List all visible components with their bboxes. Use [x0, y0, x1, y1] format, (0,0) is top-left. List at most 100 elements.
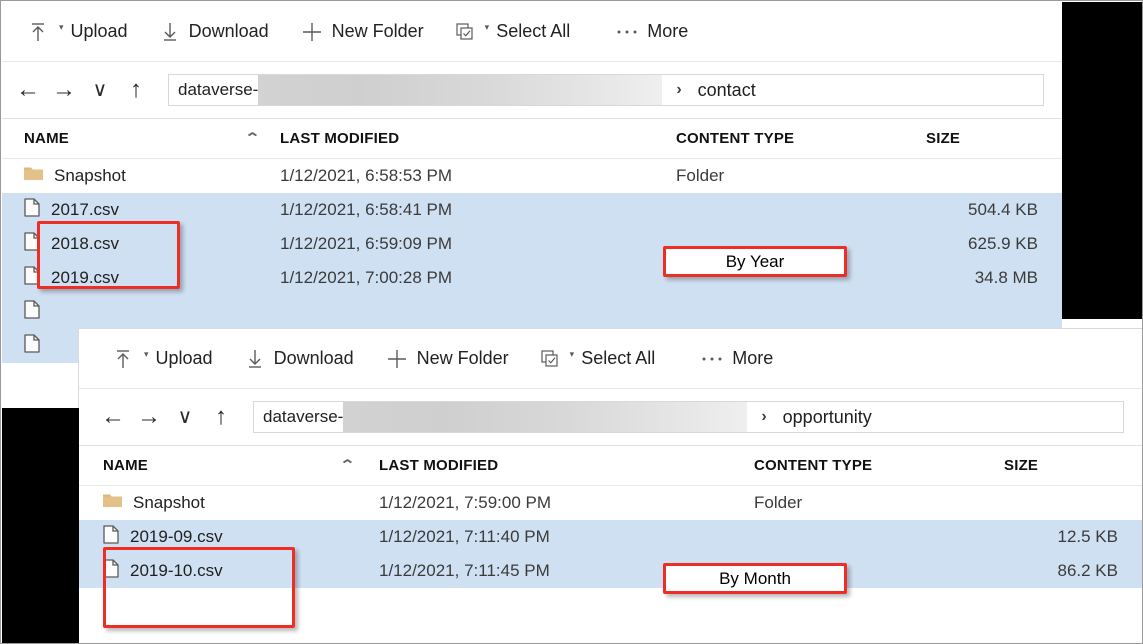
upload-icon — [113, 348, 133, 370]
recent-locations-button[interactable]: ∨ — [167, 397, 203, 437]
navigation-bar: ← → ∨ ↑ dataverse- › contact — [2, 62, 1062, 118]
callout-by-year-label: By Year — [725, 251, 785, 271]
table-header-row: NAME ⌃ LAST MODIFIED CONTENT TYPE SIZE — [2, 118, 1062, 159]
column-header-size[interactable]: SIZE — [1004, 446, 1142, 486]
file-icon — [24, 299, 40, 324]
breadcrumb-redaction — [343, 402, 748, 432]
file-name: Snapshot — [54, 165, 126, 185]
redaction-block-left — [2, 408, 79, 643]
forward-button[interactable]: → — [46, 70, 82, 110]
breadcrumb-root[interactable]: dataverse- — [254, 407, 344, 427]
new-folder-icon — [386, 348, 408, 370]
callout-by-month-label: By Month — [719, 568, 791, 588]
table-row[interactable]: 2019-09.csv 1/12/2021, 7:11:40 PM 12.5 K… — [79, 519, 1142, 554]
back-button[interactable]: ← — [95, 397, 131, 437]
file-list-table: NAME ⌃ LAST MODIFIED CONTENT TYPE SIZE S… — [2, 118, 1062, 363]
file-name: 2019.csv — [51, 267, 120, 287]
new-folder-label: New Folder — [416, 348, 509, 368]
upload-button[interactable]: ▾ Upload — [12, 2, 144, 61]
select-all-button[interactable]: ▾ Select All — [525, 329, 672, 388]
select-all-label: Select All — [581, 348, 656, 368]
chevron-down-icon: ▾ — [569, 349, 575, 359]
file-type: Folder — [754, 492, 803, 512]
folder-icon — [103, 492, 122, 513]
sort-ascending-icon: ⌃ — [244, 130, 261, 145]
table-row[interactable]: 2018.csv 1/12/2021, 6:59:09 PM 625.9 KB — [2, 226, 1062, 261]
more-label: More — [647, 21, 689, 41]
file-icon — [103, 524, 119, 549]
file-modified: 1/12/2021, 6:58:41 PM — [280, 199, 453, 219]
column-header-name[interactable]: NAME ⌃ — [79, 446, 379, 486]
breadcrumb-root[interactable]: dataverse- — [169, 80, 259, 100]
column-header-last-modified[interactable]: LAST MODIFIED — [280, 119, 676, 159]
file-icon — [24, 231, 40, 256]
file-size — [1004, 486, 1142, 520]
column-header-name-label: NAME — [24, 130, 69, 147]
upload-icon — [28, 21, 48, 43]
new-folder-button[interactable]: New Folder — [370, 329, 525, 388]
upload-button[interactable]: ▾ Upload — [97, 329, 229, 388]
file-size: 504.4 KB — [968, 199, 1038, 219]
column-header-name-label: NAME — [103, 457, 148, 474]
navigation-bar: ← → ∨ ↑ dataverse- › opportunity — [79, 389, 1142, 445]
download-button[interactable]: Download — [229, 329, 370, 388]
file-modified: 1/12/2021, 6:58:53 PM — [280, 165, 453, 185]
select-all-icon — [541, 349, 559, 368]
callout-by-year: By Year — [663, 246, 847, 277]
file-size — [926, 295, 1062, 329]
up-button[interactable]: ↑ — [203, 397, 239, 437]
table-row[interactable]: 2019-10.csv 1/12/2021, 7:11:45 PM 86.2 K… — [79, 553, 1142, 588]
file-type — [676, 295, 926, 329]
column-header-content-type[interactable]: CONTENT TYPE — [676, 119, 926, 159]
more-button[interactable]: More — [600, 2, 704, 61]
table-row[interactable]: Snapshot 1/12/2021, 7:59:00 PM Folder — [79, 486, 1142, 520]
download-icon — [245, 348, 265, 370]
file-size: 12.5 KB — [1057, 526, 1119, 546]
file-modified: 1/12/2021, 7:59:00 PM — [379, 492, 552, 512]
file-type — [754, 520, 1004, 554]
breadcrumb-separator: › — [676, 81, 682, 98]
file-icon — [24, 333, 40, 358]
file-list-table: NAME ⌃ LAST MODIFIED CONTENT TYPE SIZE S… — [79, 445, 1142, 588]
breadcrumb-redaction — [258, 75, 663, 105]
upload-label: Upload — [155, 348, 213, 368]
file-name: Snapshot — [133, 492, 205, 512]
file-size — [926, 159, 1062, 193]
breadcrumb[interactable]: dataverse- › opportunity — [253, 401, 1124, 433]
folder-icon — [24, 165, 43, 186]
table-row[interactable]: Snapshot 1/12/2021, 6:58:53 PM Folder — [2, 159, 1062, 193]
file-modified: 1/12/2021, 7:11:40 PM — [379, 526, 550, 546]
column-header-size[interactable]: SIZE — [926, 119, 1062, 159]
chevron-down-icon: ▾ — [144, 349, 149, 359]
column-header-last-modified[interactable]: LAST MODIFIED — [379, 446, 754, 486]
file-name: 2017.csv — [51, 199, 120, 219]
select-all-button[interactable]: ▾ Select All — [440, 2, 587, 61]
breadcrumb[interactable]: dataverse- › contact — [168, 74, 1044, 106]
table-row[interactable] — [2, 294, 1062, 329]
column-header-name[interactable]: NAME ⌃ — [2, 119, 280, 159]
breadcrumb-separator: › — [761, 408, 767, 425]
select-all-icon — [456, 22, 474, 41]
screenshot-root: ▾ Upload Download New Folder ▾ Select Al… — [0, 0, 1143, 644]
column-header-content-type[interactable]: CONTENT TYPE — [754, 446, 1004, 486]
forward-button[interactable]: → — [131, 397, 167, 437]
download-label: Download — [188, 21, 269, 41]
table-row[interactable]: 2019.csv 1/12/2021, 7:00:28 PM 34.8 MB — [2, 260, 1062, 295]
upload-label: Upload — [70, 21, 128, 41]
file-size: 86.2 KB — [1057, 560, 1119, 580]
more-icon — [616, 28, 638, 36]
command-bar: ▾ Upload Download New Folder ▾ Select Al… — [2, 2, 1062, 62]
more-label: More — [732, 348, 774, 368]
new-folder-button[interactable]: New Folder — [285, 2, 440, 61]
table-row[interactable]: 2017.csv 1/12/2021, 6:58:41 PM 504.4 KB — [2, 192, 1062, 227]
more-button[interactable]: More — [685, 329, 789, 388]
breadcrumb-current[interactable]: opportunity — [783, 407, 872, 428]
download-button[interactable]: Download — [144, 2, 285, 61]
up-button[interactable]: ↑ — [118, 70, 154, 110]
back-button[interactable]: ← — [10, 70, 46, 110]
file-name: 2019-10.csv — [130, 560, 223, 580]
file-size: 625.9 KB — [968, 233, 1038, 253]
sort-ascending-icon: ⌃ — [339, 457, 356, 472]
recent-locations-button[interactable]: ∨ — [82, 70, 118, 110]
breadcrumb-current[interactable]: contact — [698, 80, 756, 101]
